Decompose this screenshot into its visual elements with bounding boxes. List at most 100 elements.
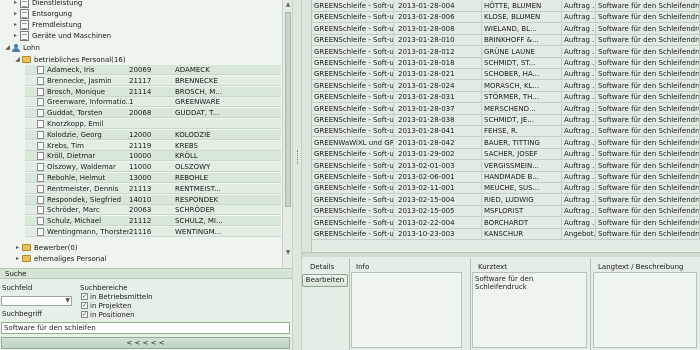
- table-row[interactable]: GREENSchleife - Soft-u... 2013-02-01-003 V…: [312, 160, 700, 172]
- customer-name: SCHOBER, HA...: [482, 69, 562, 81]
- expand-icon[interactable]: ▸: [14, 255, 21, 262]
- table-row[interactable]: GREENSchleife - Soft-u... 2013-01-28-004 H…: [312, 1, 700, 12]
- document-type: Auftrag ...: [564, 217, 596, 229]
- personnel-name: Brennecke, Jasmin: [47, 76, 112, 85]
- tab-langtext[interactable]: Langtext / Beschreibung: [598, 262, 683, 272]
- tree-node[interactable]: ▸ Entsorgung: [12, 8, 72, 19]
- person-icon: [12, 43, 20, 52]
- personnel-row[interactable]: Rebohle, Helmut 13000 REBOHLE: [25, 173, 281, 183]
- tree-node-label: Dienstleistung: [32, 0, 83, 7]
- customer-name: GRÜNE LAUNE: [482, 46, 562, 58]
- personnel-row[interactable]: Schröder, Marc 20063 SCHRÖDER: [25, 205, 281, 216]
- personnel-row[interactable]: Krebs, Tim 21119 KREBS: [25, 140, 281, 151]
- table-row[interactable]: GREENSchleife - Soft-u... 2013-01-28-031 S…: [312, 92, 700, 104]
- personnel-row[interactable]: Brosch, Monique 21114 BROSCH, M...: [25, 86, 281, 97]
- table-row[interactable]: GREENSchleife - Soft-u... 2013-10-23-003 K…: [312, 229, 700, 240]
- table-row[interactable]: GREENSchleife - Soft-u... 2013-01-28-018 S…: [312, 58, 700, 69]
- scroll-thumb[interactable]: [285, 12, 291, 207]
- description: Software für den Schleifendruck: [598, 103, 700, 115]
- option-projekte[interactable]: ✓ in Projekten: [81, 301, 132, 310]
- tab-details[interactable]: Details: [310, 262, 334, 272]
- tree-node[interactable]: ▸ Fremdleistung: [12, 19, 82, 30]
- personnel-row[interactable]: Guddat, Torsten 20068 GUDDAT, T...: [25, 108, 281, 119]
- tree-node[interactable]: ▸ Dienstleistung: [12, 0, 82, 8]
- personnel-row[interactable]: Wentingmann, Thorsten 21116 WENTINGM...: [25, 227, 281, 237]
- description: Software für den Schleifendruck: [598, 149, 700, 161]
- option-betriebsmittel[interactable]: ✓ in Betriebsmitteln: [81, 292, 153, 301]
- table-row[interactable]: GREENSchleife - Soft-u... 2013-02-11-001 M…: [312, 183, 700, 195]
- personnel-code: GREENWARE: [175, 98, 220, 107]
- table-row[interactable]: GREENSchleife - Soft-u... 2013-01-28-037 M…: [312, 103, 700, 115]
- table-row[interactable]: GREENSchleife - Soft-u... 2013-01-28-041 F…: [312, 126, 700, 138]
- personnel-row[interactable]: Adameck, Iris 20069 ADAMECK: [25, 65, 281, 75]
- table-row[interactable]: GREENSchleife - Soft-u... 2013-01-28-010 B…: [312, 35, 700, 47]
- page-icon: [20, 8, 29, 19]
- tab-kurztext[interactable]: Kurztext: [478, 262, 507, 272]
- project-name: GREENSchleife - Soft-u...: [314, 1, 394, 12]
- scroll-down-icon[interactable]: ▼: [284, 249, 292, 257]
- tab-info[interactable]: Info: [356, 262, 369, 272]
- expand-icon[interactable]: ▸: [12, 32, 19, 39]
- order-number: 2013-01-28-031: [396, 92, 482, 104]
- option-positionen[interactable]: ✓ in Positionen: [81, 310, 135, 319]
- table-row[interactable]: GREENSchleife - Soft-u... 2013-02-06-001 H…: [312, 172, 700, 183]
- project-name: GREENSchleife - Soft-u...: [314, 126, 394, 138]
- table-row[interactable]: GREENSchleife - Soft-u... 2013-02-22-004 B…: [312, 217, 700, 229]
- table-row[interactable]: GREENSchleife - Soft-u... 2013-01-28-012 G…: [312, 46, 700, 58]
- langtext-panel[interactable]: [593, 272, 697, 348]
- personnel-name: Schulz, Michael: [47, 217, 102, 226]
- edit-button[interactable]: Bearbeiten: [302, 274, 348, 287]
- personnel-row[interactable]: Olszowy, Waldemar 11000 OLSZOWY: [25, 162, 281, 173]
- personnel-code: KOLODZIE: [175, 130, 211, 139]
- table-row[interactable]: GREENSchleife - Soft-u... 2013-01-29-002 S…: [312, 149, 700, 161]
- tree-node[interactable]: ▸ Bewerber(0): [14, 242, 78, 253]
- tree-node[interactable]: ◢ betriebliches Personal(16): [14, 54, 125, 65]
- collapse-icon[interactable]: ◢: [14, 56, 21, 63]
- personnel-row[interactable]: Respondek, Siegfried 14010 RESPONDEK: [25, 194, 281, 205]
- collapse-icon[interactable]: ◢: [4, 44, 11, 51]
- table-row[interactable]: GREENSchleife - Soft-u... 2013-01-28-008 W…: [312, 23, 700, 35]
- personnel-name: Kolodzie, Georg: [47, 130, 102, 139]
- collapse-panel-button[interactable]: < < < < <: [1, 337, 290, 349]
- personnel-row[interactable]: Kröll, Dietmar 10000 KRÖLL: [25, 151, 281, 162]
- expand-icon[interactable]: ▸: [12, 0, 19, 6]
- checkbox-checked-icon[interactable]: ✓: [81, 293, 88, 300]
- table-row[interactable]: GREENSchleife - Soft-u... 2013-01-28-021 S…: [312, 69, 700, 81]
- info-panel[interactable]: [351, 272, 462, 348]
- order-number: 2013-01-28-012: [396, 46, 482, 58]
- tree-node[interactable]: ▸ Geräte und Maschinen: [12, 30, 111, 41]
- search-term-label: Suchbegriff: [2, 310, 43, 318]
- checkbox-checked-icon[interactable]: ✓: [81, 302, 88, 309]
- kurztext-panel[interactable]: Software für den Schleifendruck: [472, 272, 587, 348]
- tree-node[interactable]: ▸ ehemaliges Personal: [14, 253, 106, 264]
- personnel-row[interactable]: Greenware, Informatio... 1 GREENWARE: [25, 97, 281, 108]
- expand-icon[interactable]: ▸: [12, 10, 19, 17]
- personnel-row[interactable]: Schulz, Michael 21112 SCHULZ, MI...: [25, 216, 281, 227]
- order-number: 2013-02-11-001: [396, 183, 482, 195]
- personnel-row[interactable]: Kolodzie, Georg 12000 KOLODZIE: [25, 129, 281, 140]
- personnel-row[interactable]: Knorzkopp, Emil: [25, 119, 281, 129]
- table-row[interactable]: GREENSchleife - Soft-u... 2013-01-28-024 M…: [312, 80, 700, 92]
- table-row[interactable]: GREENSchleife - Soft-u... 2013-02-15-004 R…: [312, 194, 700, 206]
- personnel-number: 20063: [129, 206, 152, 215]
- document-icon: [37, 120, 44, 128]
- tree-node[interactable]: ◢ Lohn: [4, 42, 40, 53]
- tree-vertical-scrollbar[interactable]: ▲ ▼: [282, 0, 292, 268]
- personnel-row[interactable]: Rentmeister, Dennis 21113 RENTMEIST...: [25, 183, 281, 194]
- pane-splitter[interactable]: [292, 0, 302, 350]
- expand-icon[interactable]: ▸: [14, 244, 21, 251]
- table-row[interactable]: GREENWaWiXL und GRE...2013-01-28-042BAUE…: [312, 137, 700, 149]
- search-field-dropdown[interactable]: ▼: [1, 296, 72, 306]
- personnel-name: Rentmeister, Dennis: [47, 184, 119, 193]
- personnel-code: GUDDAT, T...: [175, 109, 220, 118]
- checkbox-checked-icon[interactable]: ✓: [81, 311, 88, 318]
- search-term-input[interactable]: [1, 322, 290, 334]
- expand-icon[interactable]: ▸: [12, 21, 19, 28]
- personnel-row[interactable]: Brennecke, Jasmin 21117 BRENNECKE: [25, 75, 281, 86]
- scroll-up-icon[interactable]: ▲: [284, 1, 292, 9]
- table-row[interactable]: GREENSchleife - Soft-u... 2013-02-15-005 M…: [312, 206, 700, 218]
- option-label: in Positionen: [90, 310, 135, 319]
- description: Software für den Schleifendruck: [598, 69, 700, 81]
- table-row[interactable]: GREENSchleife - Soft-u... 2013-01-28-038 S…: [312, 115, 700, 126]
- table-row[interactable]: GREENSchleife - Soft-u... 2013-01-28-006 K…: [312, 12, 700, 24]
